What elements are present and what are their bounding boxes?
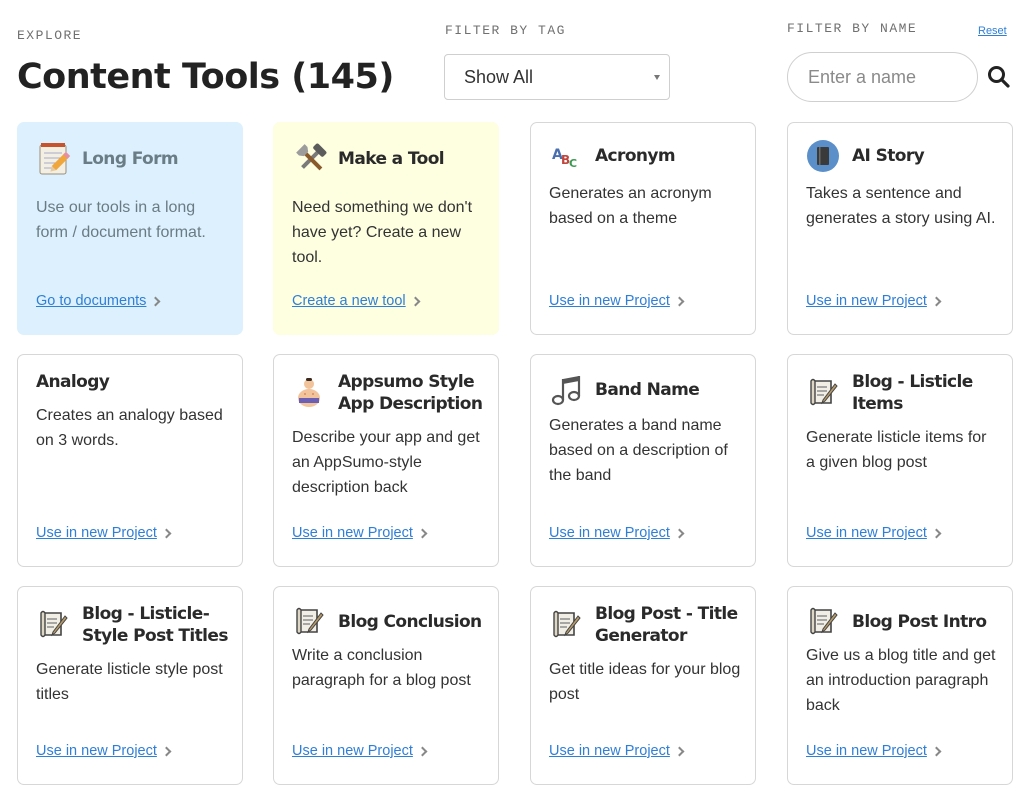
link-label: Use in new Project xyxy=(292,743,413,759)
name-search-input[interactable] xyxy=(787,52,978,102)
use-in-new-project-link[interactable]: Use in new Project xyxy=(292,525,428,541)
tool-card-blog-post-title-generator[interactable]: Blog Post - Title Generator Get title id… xyxy=(530,586,756,785)
tool-card-blog-listicle-style-post-titles[interactable]: Blog - Listicle-Style Post Titles Genera… xyxy=(17,586,243,785)
link-label: Use in new Project xyxy=(549,743,670,759)
card-title: Appsumo Style App Description xyxy=(338,372,483,414)
chevron-right-icon xyxy=(417,528,428,538)
card-title: Blog Post Intro xyxy=(852,612,987,632)
tag-select[interactable]: Show All xyxy=(444,54,670,100)
chevron-right-icon xyxy=(931,528,942,538)
use-in-new-project-link[interactable]: Use in new Project xyxy=(806,525,942,541)
tool-card-ai-story[interactable]: AI Story Takes a sentence and generates … xyxy=(787,122,1013,335)
card-description: Use our tools in a long form / document … xyxy=(36,199,206,241)
use-in-new-project-link[interactable]: Use in new Project xyxy=(36,525,172,541)
tool-card-blog-post-intro[interactable]: Blog Post Intro Give us a blog title and… xyxy=(787,586,1013,785)
chevron-right-icon xyxy=(674,296,685,306)
scroll-quill-icon xyxy=(806,605,840,639)
use-in-new-project-link[interactable]: Use in new Project xyxy=(549,743,685,759)
card-description: Creates an analogy based on 3 words. xyxy=(36,407,223,449)
link-label: Use in new Project xyxy=(549,293,670,309)
link-label: Use in new Project xyxy=(806,525,927,541)
card-title: Blog - Listicle-Style Post Titles xyxy=(82,604,228,646)
card-title: Blog Conclusion xyxy=(338,612,482,632)
tool-card-analogy[interactable]: Analogy Creates an analogy based on 3 wo… xyxy=(17,354,243,567)
tool-card-band-name[interactable]: Band Name Generates a band name based on… xyxy=(530,354,756,567)
scroll-quill-icon xyxy=(36,608,70,642)
card-title: Blog - Listicle Items xyxy=(852,372,973,414)
link-label: Go to documents xyxy=(36,293,147,309)
chevron-down-icon xyxy=(654,75,660,80)
scroll-quill-icon xyxy=(806,376,840,410)
tools-icon xyxy=(292,140,330,178)
music-notes-icon xyxy=(549,373,583,407)
use-in-new-project-link[interactable]: Use in new Project xyxy=(292,743,428,759)
card-title: Blog Post - Title Generator xyxy=(595,604,738,646)
tool-card-long-form[interactable]: Long Form Use our tools in a long form /… xyxy=(17,122,243,335)
card-title: Long Form xyxy=(82,149,179,169)
chevron-right-icon xyxy=(674,528,685,538)
card-description: Generate listicle items for a given blog… xyxy=(806,429,987,471)
card-description: Describe your app and get an AppSumo-sty… xyxy=(292,429,480,496)
link-label: Use in new Project xyxy=(36,743,157,759)
chevron-right-icon xyxy=(161,528,172,538)
reset-link[interactable]: Reset xyxy=(978,25,1007,37)
chevron-right-icon xyxy=(150,296,161,306)
card-title: Band Name xyxy=(595,380,700,400)
link-label: Use in new Project xyxy=(549,525,670,541)
card-description: Generate listicle style post titles xyxy=(36,661,223,703)
card-description: Get title ideas for your blog post xyxy=(549,661,741,703)
create-new-tool-link[interactable]: Create a new tool xyxy=(292,293,421,309)
tool-card-appsumo-style-app-description[interactable]: Appsumo Style App Description Describe y… xyxy=(273,354,499,567)
link-label: Use in new Project xyxy=(806,293,927,309)
chevron-right-icon xyxy=(931,746,942,756)
card-title: AI Story xyxy=(852,146,925,166)
card-description: Write a conclusion paragraph for a blog … xyxy=(292,647,471,689)
card-description: Generates an acronym based on a theme xyxy=(549,185,712,227)
use-in-new-project-link[interactable]: Use in new Project xyxy=(549,293,685,309)
notepad-pencil-icon xyxy=(36,140,74,178)
book-icon xyxy=(806,139,840,173)
card-title: Analogy xyxy=(36,372,110,392)
tool-card-blog-conclusion[interactable]: Blog Conclusion Write a conclusion parag… xyxy=(273,586,499,785)
card-title: Make a Tool xyxy=(338,149,445,169)
use-in-new-project-link[interactable]: Use in new Project xyxy=(806,293,942,309)
filter-by-tag-label: FILTER BY TAG xyxy=(445,23,566,38)
svg-text:C: C xyxy=(569,157,577,170)
scroll-quill-icon xyxy=(549,608,583,642)
chevron-right-icon xyxy=(161,746,172,756)
scroll-quill-icon xyxy=(292,605,326,639)
link-label: Use in new Project xyxy=(36,525,157,541)
chevron-right-icon xyxy=(674,746,685,756)
card-description: Need something we don't have yet? Create… xyxy=(292,199,473,266)
tool-card-blog-listicle-items[interactable]: Blog - Listicle Items Generate listicle … xyxy=(787,354,1013,567)
tool-card-acronym[interactable]: A B C Acronym Generates an acronym based… xyxy=(530,122,756,335)
explore-eyebrow: EXPLORE xyxy=(17,28,83,43)
chevron-right-icon xyxy=(931,296,942,306)
link-label: Use in new Project xyxy=(806,743,927,759)
card-description: Give us a blog title and get an introduc… xyxy=(806,647,996,714)
go-to-documents-link[interactable]: Go to documents xyxy=(36,293,161,309)
use-in-new-project-link[interactable]: Use in new Project xyxy=(549,525,685,541)
use-in-new-project-link[interactable]: Use in new Project xyxy=(36,743,172,759)
card-description: Takes a sentence and generates a story u… xyxy=(806,185,996,227)
card-title: Acronym xyxy=(595,146,676,166)
card-description: Generates a band name based on a descrip… xyxy=(549,417,728,484)
page-title: Content Tools (145) xyxy=(17,57,394,97)
tag-select-value: Show All xyxy=(464,66,534,87)
sumo-wrestler-icon xyxy=(292,376,326,410)
use-in-new-project-link[interactable]: Use in new Project xyxy=(806,743,942,759)
link-label: Use in new Project xyxy=(292,525,413,541)
tool-card-make-a-tool[interactable]: Make a Tool Need something we don't have… xyxy=(273,122,499,335)
link-label: Create a new tool xyxy=(292,293,406,309)
abc-icon: A B C xyxy=(549,139,583,173)
chevron-right-icon xyxy=(410,296,421,306)
search-icon[interactable] xyxy=(986,64,1012,90)
filter-by-name-label: FILTER BY NAME xyxy=(787,21,918,36)
chevron-right-icon xyxy=(417,746,428,756)
